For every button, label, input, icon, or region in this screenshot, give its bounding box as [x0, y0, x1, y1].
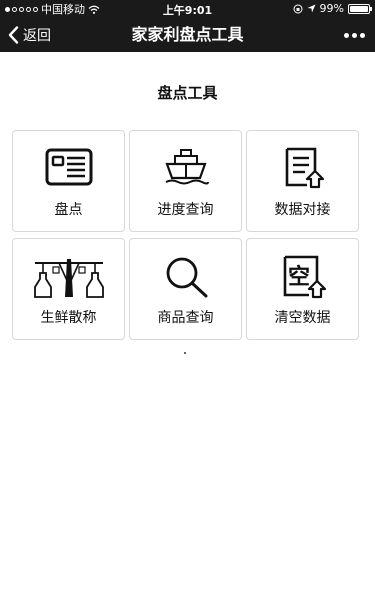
back-label: 返回 [23, 28, 51, 44]
tile-product-query[interactable]: 商品查询 [129, 238, 242, 340]
tile-label: 盘点 [54, 202, 83, 218]
tile-fresh-weighing[interactable]: 生鲜散称 [12, 238, 125, 340]
orientation-lock-icon [293, 4, 303, 13]
location-arrow-icon [307, 4, 316, 13]
tool-grid: 盘点 进度查询 数据对接 生鲜散称 商品查询 空 清空数据 [12, 130, 359, 340]
more-dot-icon [352, 32, 357, 38]
clear-document-icon: 空 [283, 255, 326, 299]
more-dot-icon [344, 32, 349, 38]
status-bar: 中国移动 上午9:01 99% [0, 0, 375, 18]
svg-text:空: 空 [288, 264, 310, 290]
tile-label: 商品查询 [157, 310, 214, 326]
tile-inventory[interactable]: 盘点 [12, 130, 125, 232]
tile-label: 清空数据 [274, 310, 331, 326]
magnifier-icon [166, 257, 207, 298]
ship-icon [164, 149, 209, 185]
tile-label: 生鲜散称 [40, 310, 97, 326]
document-upload-icon [285, 147, 324, 189]
tile-clear-data[interactable]: 空 清空数据 [246, 238, 359, 340]
inventory-card-icon [45, 148, 92, 186]
battery-percent: 99% [319, 2, 344, 15]
tile-label: 进度查询 [157, 202, 214, 218]
navigation-bar: 返回 家家利盘点工具 [0, 18, 375, 52]
battery-icon [348, 3, 372, 14]
tile-data-sync[interactable]: 数据对接 [246, 130, 359, 232]
more-options-button[interactable] [344, 18, 365, 52]
nav-title: 家家利盘点工具 [131, 25, 244, 44]
page-title: 盘点工具 [157, 84, 218, 102]
page-dot [184, 352, 186, 354]
more-dot-icon [360, 32, 365, 38]
chevron-left-icon [8, 26, 19, 44]
scale-bottles-icon [33, 259, 104, 298]
status-right: 99% [293, 2, 372, 15]
back-button[interactable]: 返回 [8, 18, 51, 52]
tile-progress-query[interactable]: 进度查询 [129, 130, 242, 232]
tile-label: 数据对接 [274, 202, 331, 218]
